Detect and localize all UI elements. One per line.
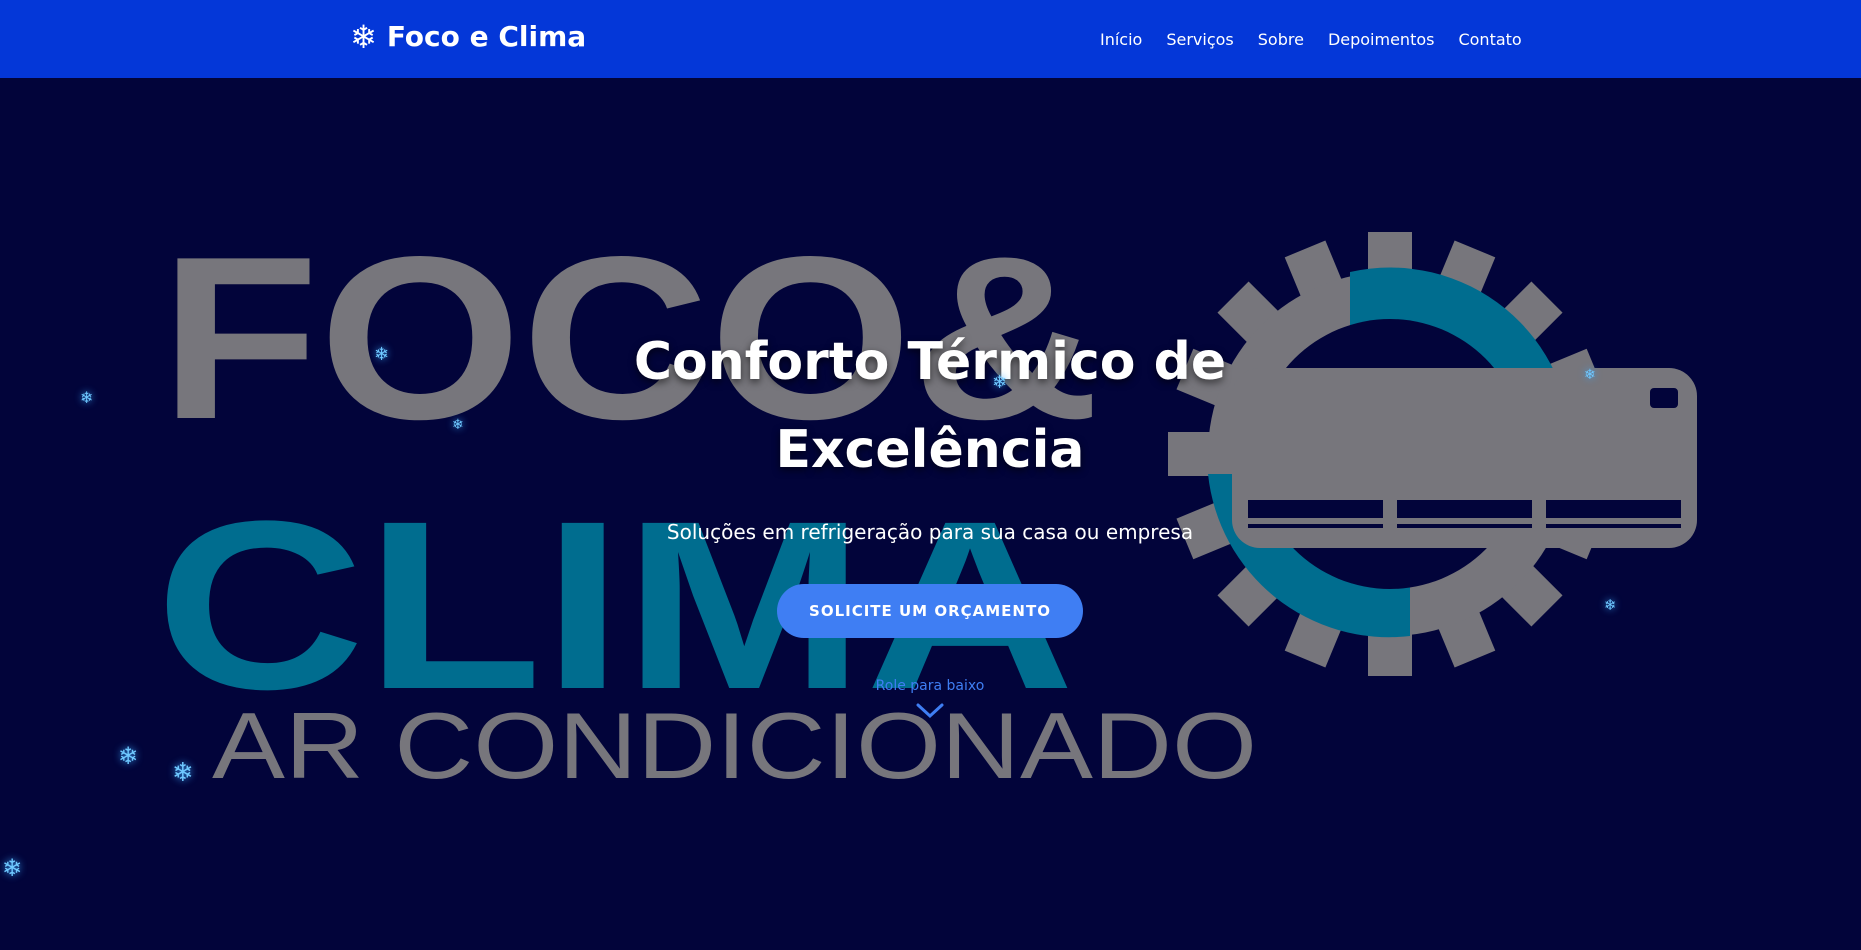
nav-link-inicio[interactable]: Início bbox=[1100, 30, 1142, 49]
nav-link-depoimentos[interactable]: Depoimentos bbox=[1328, 30, 1435, 49]
nav-link-sobre[interactable]: Sobre bbox=[1258, 30, 1304, 49]
snowflake-icon: ❄ bbox=[2, 854, 23, 882]
navbar: ❄ Foco e Clima Início Serviços Sobre Dep… bbox=[0, 0, 1861, 78]
scroll-hint[interactable]: Role para baixo bbox=[630, 678, 1230, 720]
snowflake-icon: ❄ bbox=[1604, 596, 1617, 614]
air-conditioner-icon bbox=[1232, 368, 1697, 548]
hero-title-line-2: Excelência bbox=[775, 420, 1085, 480]
chevron-down-icon bbox=[916, 703, 944, 719]
snowflake-icon: ❄ bbox=[374, 344, 390, 365]
snowflake-icon: ❄ bbox=[172, 758, 194, 788]
main-nav: Início Serviços Sobre Depoimentos Contat… bbox=[1100, 30, 1522, 49]
brand-name: Foco e Clima bbox=[386, 20, 587, 53]
snowflake-icon: ❄ bbox=[350, 17, 377, 56]
snowflake-icon: ❄ bbox=[992, 372, 1008, 393]
hero-subtitle: Soluções em refrigeração para sua casa o… bbox=[666, 520, 1194, 544]
snowflake-icon: ❄ bbox=[118, 742, 139, 770]
nav-link-servicos[interactable]: Serviços bbox=[1166, 30, 1233, 49]
hero-title-line-1: Conforto Térmico de bbox=[633, 332, 1227, 392]
snowflake-icon: ❄ bbox=[452, 417, 464, 433]
nav-link-contato[interactable]: Contato bbox=[1458, 30, 1521, 49]
snowflake-icon: ❄ bbox=[1584, 367, 1596, 383]
request-quote-button[interactable]: SOLICITE UM ORÇAMENTO bbox=[777, 584, 1083, 638]
hero-section: FOCO& CLIMA AR CONDICIONADO Conforto Tér… bbox=[0, 78, 1861, 950]
hero-content: Conforto Térmico de Excelência Soluções … bbox=[630, 318, 1230, 720]
scroll-hint-label: Role para baixo bbox=[875, 678, 985, 694]
brand-logo[interactable]: ❄ Foco e Clima bbox=[350, 20, 586, 53]
snowflake-icon: ❄ bbox=[80, 388, 94, 407]
hero-title: Conforto Térmico de Excelência bbox=[630, 318, 1230, 494]
